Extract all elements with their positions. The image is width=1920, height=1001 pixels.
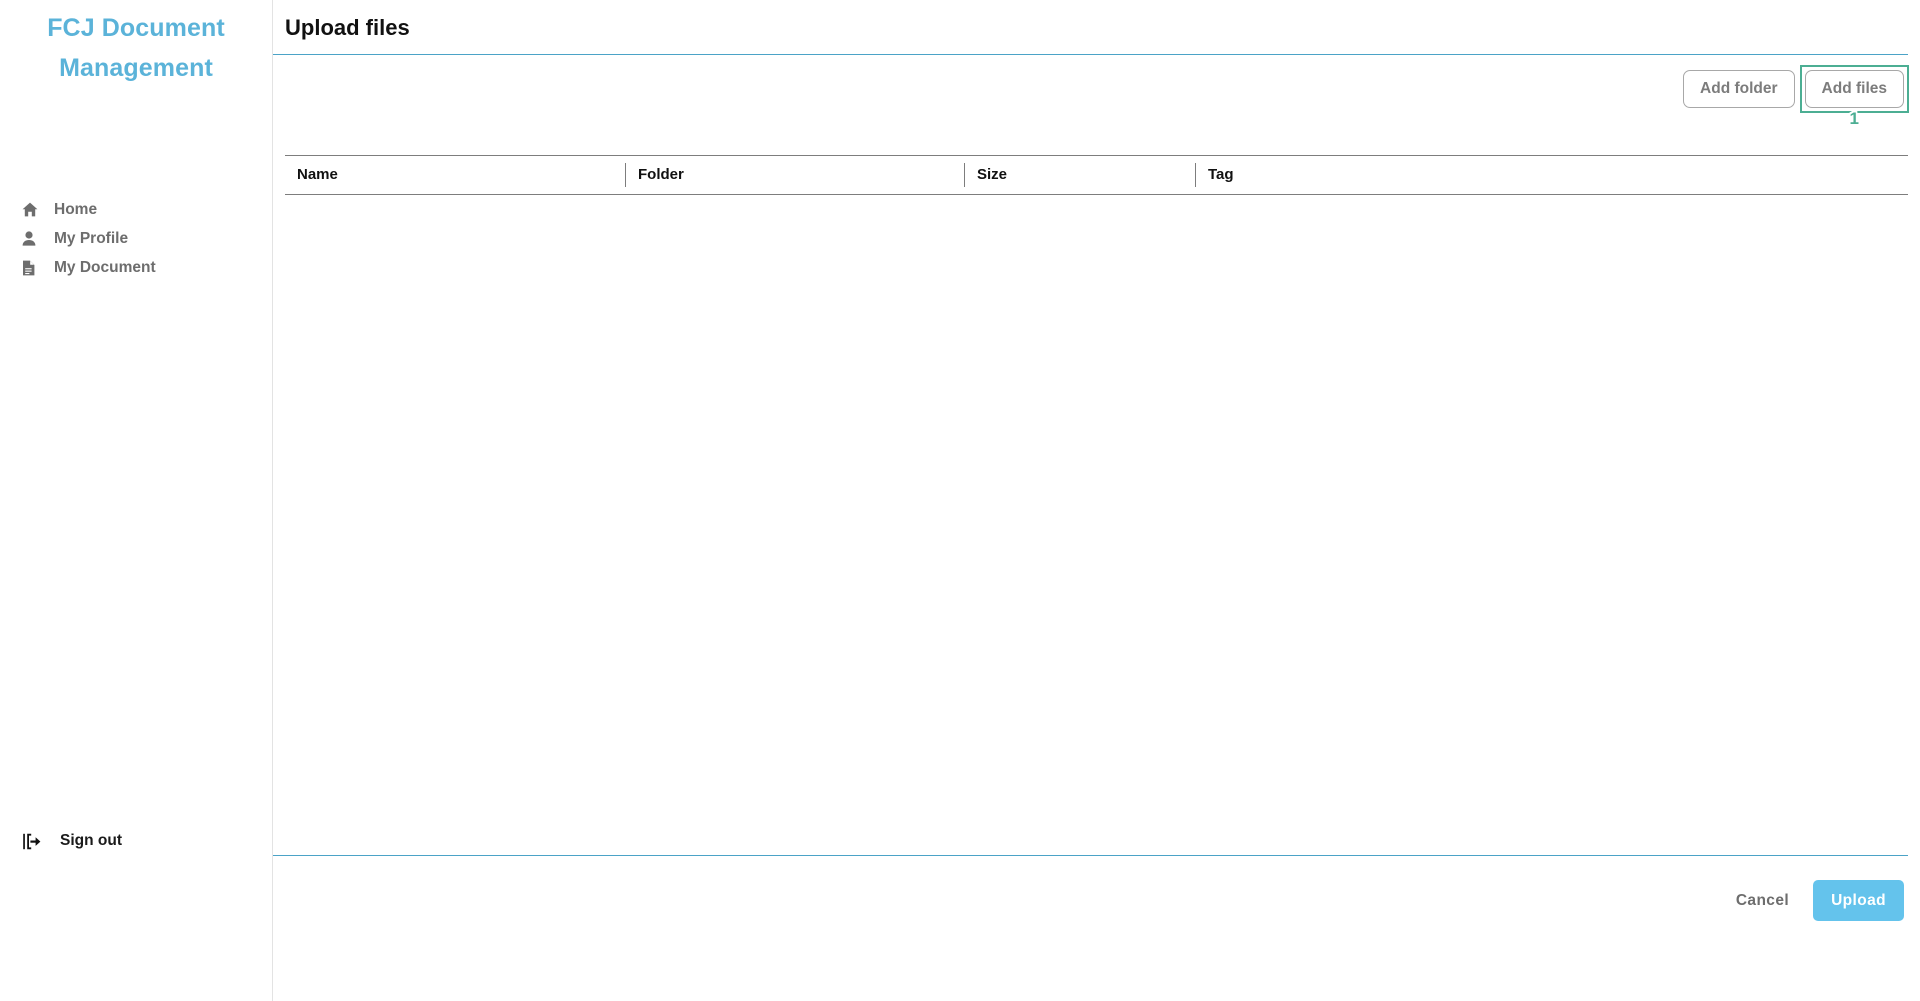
column-header-name: Name [297, 166, 338, 183]
dialog-footer: Cancel Upload [1726, 880, 1904, 921]
home-icon [22, 201, 44, 219]
page-title: Upload files [285, 15, 410, 40]
logout-icon [22, 832, 48, 850]
sidebar: FCJ Document Management Home My Profile … [0, 0, 273, 1001]
document-icon [22, 259, 44, 277]
sidebar-item-my-profile[interactable]: My Profile [0, 224, 272, 253]
sidebar-item-my-document[interactable]: My Document [0, 253, 272, 282]
add-folder-button[interactable]: Add folder [1683, 70, 1795, 108]
column-header-folder: Folder [625, 163, 964, 187]
add-files-button[interactable]: Add files [1804, 70, 1904, 108]
sidebar-nav: Home My Profile My Document [0, 195, 272, 282]
upload-button[interactable]: Upload [1813, 880, 1904, 921]
file-table: Name Folder Size Tag [285, 155, 1908, 895]
annotation-number-label: 1 [1849, 109, 1859, 128]
app-root: FCJ Document Management Home My Profile … [0, 0, 1920, 1001]
title-divider [273, 54, 1908, 55]
sidebar-item-label: Home [54, 200, 98, 218]
sidebar-item-home[interactable]: Home [0, 195, 272, 224]
sign-out-label: Sign out [60, 832, 122, 849]
sidebar-item-label: My Profile [54, 229, 129, 247]
brand-title: FCJ Document Management [47, 14, 225, 82]
sign-out-button[interactable]: Sign out [0, 832, 122, 850]
sidebar-item-label: My Document [54, 258, 156, 276]
cancel-button[interactable]: Cancel [1726, 884, 1799, 918]
main-content: Upload files Add folder Add files 1 Name… [273, 0, 1920, 1001]
column-header-tag: Tag [1195, 163, 1908, 187]
upload-toolbar: Add folder Add files 1 [1683, 65, 1909, 128]
person-icon [22, 230, 44, 248]
footer-divider [273, 855, 1908, 856]
table-header-row: Name Folder Size Tag [285, 155, 1908, 195]
table-body-empty [285, 195, 1908, 895]
column-header-size: Size [964, 163, 1195, 187]
add-files-annotation-wrapper: Add files 1 [1799, 65, 1909, 128]
